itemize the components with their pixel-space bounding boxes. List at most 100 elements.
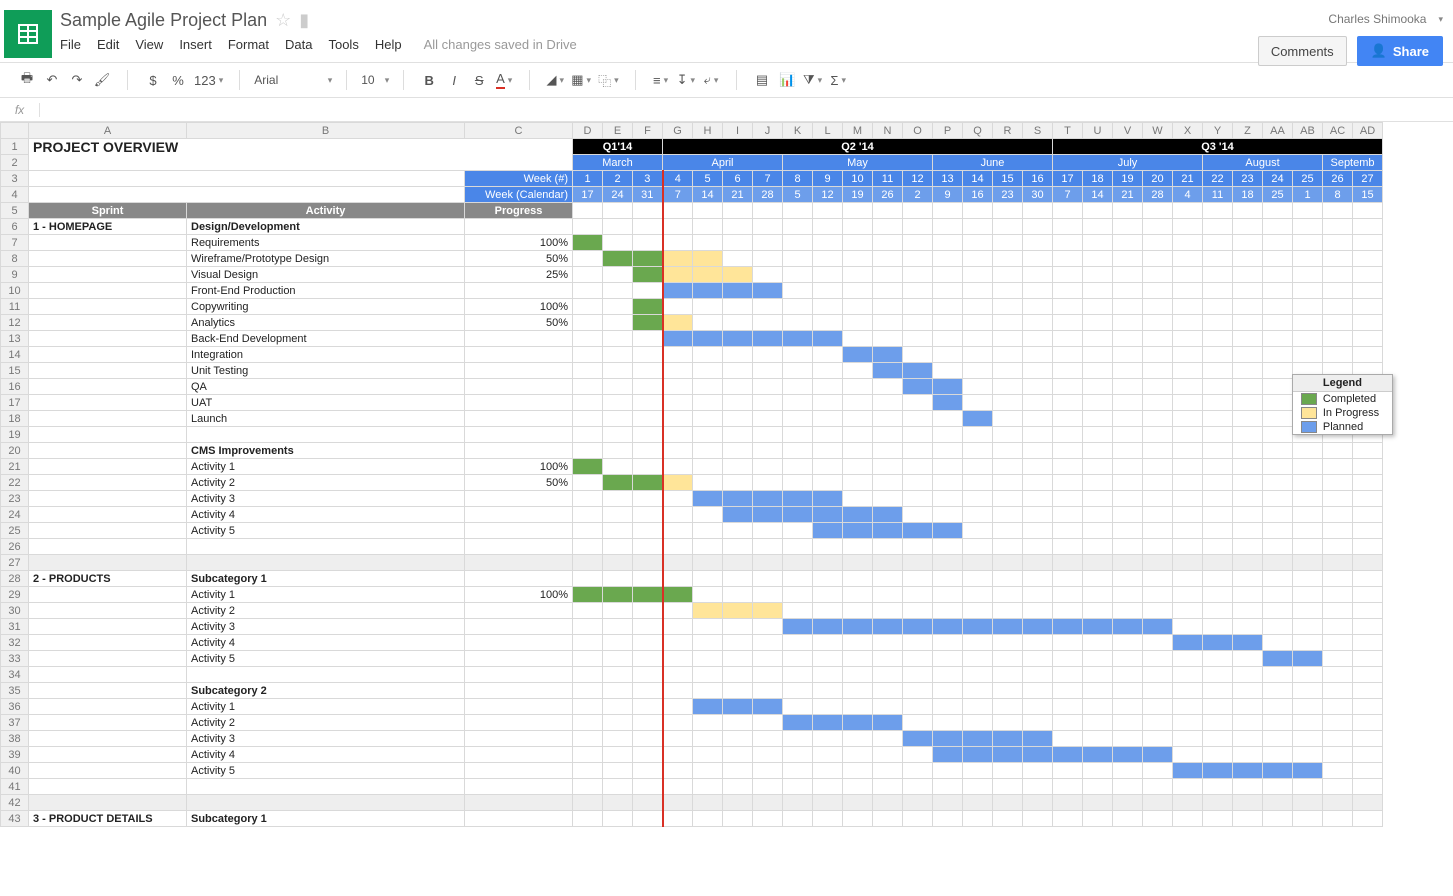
gantt-cell[interactable] xyxy=(933,571,963,587)
gantt-cell[interactable] xyxy=(663,795,693,811)
gantt-cell[interactable] xyxy=(1143,443,1173,459)
gantt-cell[interactable] xyxy=(1143,507,1173,523)
gantt-cell[interactable] xyxy=(1113,667,1143,683)
gantt-cell[interactable] xyxy=(993,507,1023,523)
gantt-cell[interactable] xyxy=(1143,539,1173,555)
gantt-cell[interactable] xyxy=(1053,459,1083,475)
gantt-cell[interactable] xyxy=(693,619,723,635)
gantt-cell[interactable] xyxy=(1353,635,1383,651)
gantt-cell[interactable] xyxy=(1203,331,1233,347)
gantt-cell[interactable] xyxy=(1143,699,1173,715)
gantt-cell[interactable] xyxy=(633,715,663,731)
gantt-cell[interactable] xyxy=(1233,571,1263,587)
gantt-cell[interactable] xyxy=(1053,315,1083,331)
gantt-cell[interactable] xyxy=(1143,411,1173,427)
gantt-cell[interactable] xyxy=(1323,779,1353,795)
gantt-cell[interactable] xyxy=(873,379,903,395)
gantt-cell[interactable] xyxy=(1053,219,1083,235)
progress-cell[interactable]: 100% xyxy=(465,587,573,603)
gantt-cell[interactable] xyxy=(573,251,603,267)
gantt-cell[interactable] xyxy=(1143,459,1173,475)
gantt-cell[interactable] xyxy=(573,731,603,747)
row-header[interactable]: 10 xyxy=(1,283,29,299)
gantt-cell[interactable] xyxy=(1263,555,1293,571)
star-icon[interactable]: ☆ xyxy=(275,10,291,31)
gantt-cell[interactable] xyxy=(1023,251,1053,267)
gantt-cell[interactable] xyxy=(903,763,933,779)
gantt-cell[interactable] xyxy=(873,635,903,651)
gantt-cell[interactable] xyxy=(903,795,933,811)
gantt-cell[interactable] xyxy=(903,379,933,395)
gantt-cell[interactable] xyxy=(603,603,633,619)
gantt-cell[interactable] xyxy=(873,619,903,635)
row-header[interactable]: 4 xyxy=(1,187,29,203)
gantt-cell[interactable] xyxy=(843,283,873,299)
gantt-cell[interactable] xyxy=(903,251,933,267)
gantt-cell[interactable] xyxy=(1083,475,1113,491)
gantt-cell[interactable] xyxy=(843,315,873,331)
gantt-cell[interactable] xyxy=(1293,683,1323,699)
progress-cell[interactable] xyxy=(465,651,573,667)
col-header[interactable]: AC xyxy=(1323,123,1353,139)
gantt-cell[interactable] xyxy=(1203,571,1233,587)
gantt-cell[interactable] xyxy=(903,635,933,651)
cell[interactable] xyxy=(1203,203,1233,219)
gantt-cell[interactable] xyxy=(1353,251,1383,267)
sprint-cell[interactable] xyxy=(29,555,187,571)
gantt-cell[interactable] xyxy=(1263,539,1293,555)
gantt-cell[interactable] xyxy=(933,315,963,331)
gantt-cell[interactable] xyxy=(1053,411,1083,427)
gantt-cell[interactable] xyxy=(1143,651,1173,667)
gantt-cell[interactable] xyxy=(603,555,633,571)
gantt-cell[interactable] xyxy=(873,491,903,507)
gantt-cell[interactable] xyxy=(1323,603,1353,619)
redo-icon[interactable]: ↷ xyxy=(66,68,88,92)
row-header[interactable]: 42 xyxy=(1,795,29,811)
gantt-cell[interactable] xyxy=(1293,443,1323,459)
gantt-cell[interactable] xyxy=(663,491,693,507)
gantt-cell[interactable] xyxy=(1113,699,1143,715)
gantt-cell[interactable] xyxy=(1233,731,1263,747)
gantt-cell[interactable] xyxy=(693,587,723,603)
gantt-cell[interactable] xyxy=(783,235,813,251)
gantt-cell[interactable] xyxy=(903,619,933,635)
gantt-cell[interactable] xyxy=(1113,619,1143,635)
activity-cell[interactable] xyxy=(187,795,465,811)
gantt-cell[interactable] xyxy=(603,379,633,395)
col-header[interactable]: Q xyxy=(963,123,993,139)
gantt-cell[interactable] xyxy=(1023,571,1053,587)
gantt-cell[interactable] xyxy=(1083,699,1113,715)
gantt-cell[interactable] xyxy=(873,651,903,667)
gantt-cell[interactable] xyxy=(1233,507,1263,523)
activity-cell[interactable]: Activity 5 xyxy=(187,763,465,779)
gantt-cell[interactable] xyxy=(1203,235,1233,251)
gantt-cell[interactable] xyxy=(1053,379,1083,395)
gantt-cell[interactable] xyxy=(663,699,693,715)
gantt-cell[interactable] xyxy=(1023,603,1053,619)
gantt-cell[interactable] xyxy=(813,747,843,763)
gantt-cell[interactable] xyxy=(1353,443,1383,459)
gantt-cell[interactable] xyxy=(603,283,633,299)
progress-cell[interactable] xyxy=(465,507,573,523)
gantt-cell[interactable] xyxy=(903,731,933,747)
gantt-cell[interactable] xyxy=(1143,347,1173,363)
gantt-cell[interactable] xyxy=(903,683,933,699)
gantt-cell[interactable] xyxy=(813,347,843,363)
gantt-cell[interactable] xyxy=(573,427,603,443)
gantt-cell[interactable] xyxy=(1203,731,1233,747)
gantt-cell[interactable] xyxy=(1203,507,1233,523)
gantt-cell[interactable] xyxy=(1143,779,1173,795)
gantt-cell[interactable] xyxy=(963,459,993,475)
gantt-cell[interactable] xyxy=(1083,587,1113,603)
gantt-cell[interactable] xyxy=(1233,331,1263,347)
gantt-cell[interactable] xyxy=(783,811,813,827)
gantt-cell[interactable] xyxy=(993,555,1023,571)
gantt-cell[interactable] xyxy=(1173,539,1203,555)
gantt-cell[interactable] xyxy=(903,411,933,427)
gantt-cell[interactable] xyxy=(573,347,603,363)
progress-cell[interactable] xyxy=(465,491,573,507)
gantt-cell[interactable] xyxy=(1023,699,1053,715)
gantt-cell[interactable] xyxy=(1233,635,1263,651)
gantt-cell[interactable] xyxy=(903,219,933,235)
gantt-cell[interactable] xyxy=(573,539,603,555)
